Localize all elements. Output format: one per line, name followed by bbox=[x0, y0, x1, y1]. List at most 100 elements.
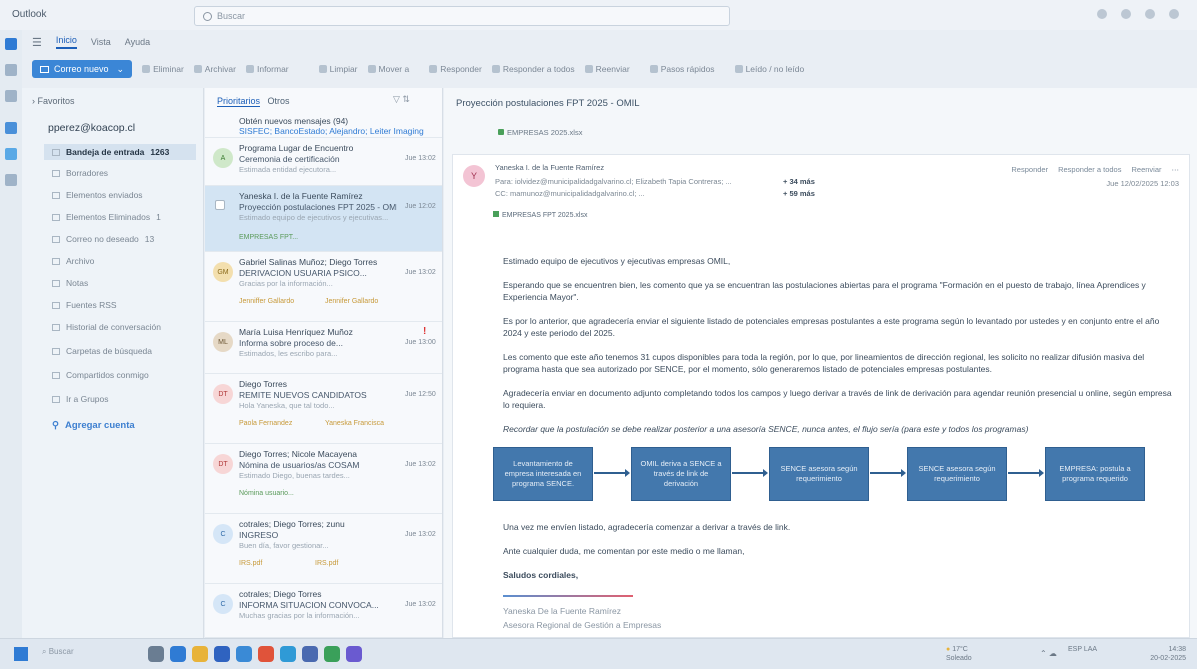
app-icon[interactable] bbox=[346, 646, 362, 662]
read-unread-button[interactable]: Leído / no leído bbox=[734, 64, 804, 74]
list-item[interactable]: C cotrales; Diego Torres INFORMA SITUACI… bbox=[205, 584, 442, 638]
attachment-chip[interactable]: Nómina usuario... bbox=[239, 490, 294, 497]
sweep-button[interactable]: Limpiar bbox=[318, 64, 358, 74]
sender-name[interactable]: Yaneska I. de la Fuente Ramírez bbox=[495, 163, 604, 172]
app-rail bbox=[0, 30, 22, 638]
meet-now-icon[interactable] bbox=[1097, 9, 1107, 19]
list-item[interactable]: DT Diego Torres; Nicole Macayena Nómina … bbox=[205, 444, 442, 514]
attachment-chip[interactable]: Paola Fernandez bbox=[239, 420, 292, 427]
tab-ayuda[interactable]: Ayuda bbox=[125, 37, 150, 47]
excel-icon[interactable] bbox=[324, 646, 340, 662]
groups-icon bbox=[52, 395, 60, 403]
task-view-icon[interactable] bbox=[148, 646, 164, 662]
edge-icon[interactable] bbox=[170, 646, 186, 662]
tab-vista[interactable]: Vista bbox=[91, 37, 111, 47]
folder-conversation-history[interactable]: Historial de conversación bbox=[52, 322, 197, 332]
list-item[interactable]: C cotrales; Diego Torres; zunu INGRESO J… bbox=[205, 514, 442, 584]
tab-focused[interactable]: Prioritarios bbox=[217, 96, 261, 107]
inbox-icon bbox=[52, 148, 60, 156]
forward-button[interactable]: Reenviar bbox=[584, 64, 630, 74]
list-item[interactable]: A Programa Lugar de Encuentro Ceremonia … bbox=[205, 138, 442, 186]
attachment-chip[interactable]: IRS.pdf bbox=[315, 560, 338, 567]
people-icon[interactable] bbox=[5, 90, 17, 102]
store-icon[interactable] bbox=[236, 646, 252, 662]
hamburger-icon[interactable]: ☰ bbox=[32, 36, 42, 49]
sun-icon: ● bbox=[946, 646, 951, 653]
word-icon[interactable] bbox=[5, 122, 17, 134]
checkbox[interactable] bbox=[215, 200, 225, 210]
more-icon[interactable]: ⋯ bbox=[1172, 165, 1180, 174]
attachment-chip[interactable]: Jenniffer Gallardo bbox=[239, 298, 294, 305]
taskbar-search[interactable]: ⌕ Buscar bbox=[42, 647, 74, 657]
arrow-right-icon bbox=[594, 469, 630, 477]
conversation-attachment[interactable]: EMPRESAS 2025.xlsx bbox=[498, 128, 582, 137]
tray-icons[interactable]: ⌃ ☁ bbox=[1040, 649, 1057, 658]
folder-shared-with-me[interactable]: Compartidos conmigo bbox=[52, 370, 197, 380]
apps-icon[interactable] bbox=[5, 174, 17, 186]
reply-button[interactable]: Responder bbox=[429, 64, 482, 74]
filter-icon[interactable]: ▽ ⇅ bbox=[393, 94, 410, 105]
tab-other[interactable]: Otros bbox=[268, 96, 290, 106]
folder-inbox[interactable]: Bandeja de entrada 1263 bbox=[44, 144, 196, 160]
message-preview: Gracias por la información... bbox=[239, 279, 333, 288]
weather-widget[interactable]: ● 17°C Soleado bbox=[946, 645, 972, 663]
windows-start-icon[interactable] bbox=[14, 647, 28, 661]
message-date: Jue 12:02 bbox=[405, 203, 436, 210]
attachment-chip[interactable]: Yaneska Francisca bbox=[325, 420, 384, 427]
folder-search-folders[interactable]: Carpetas de búsqueda bbox=[52, 346, 197, 356]
list-item[interactable]: ML María Luisa Henríquez Muñoz Informa s… bbox=[205, 322, 442, 374]
favorites-header[interactable]: › Favoritos bbox=[32, 96, 75, 106]
clock[interactable]: 14:38 20-02-2025 bbox=[1100, 645, 1186, 663]
todo-icon[interactable] bbox=[5, 148, 17, 160]
attachment-chip[interactable]: EMPRESAS FPT... bbox=[239, 234, 298, 241]
chevron-down-icon[interactable]: ⌄ bbox=[117, 64, 125, 75]
delete-button[interactable]: Eliminar bbox=[142, 64, 184, 74]
envelope-open-icon bbox=[734, 65, 743, 73]
chrome-icon[interactable] bbox=[258, 646, 274, 662]
move-button[interactable]: Mover a bbox=[367, 64, 409, 74]
folder-drafts[interactable]: Borradores bbox=[52, 168, 197, 178]
outlook-icon[interactable] bbox=[214, 646, 230, 662]
calendar-icon[interactable] bbox=[5, 64, 17, 76]
folder-sent[interactable]: Elementos enviados bbox=[52, 190, 197, 200]
mail-icon[interactable] bbox=[5, 38, 17, 50]
important-flag-icon[interactable]: ! bbox=[423, 326, 426, 337]
broom-icon bbox=[318, 65, 327, 73]
folder-archive[interactable]: Archivo bbox=[52, 256, 197, 266]
attachment-chip[interactable]: Jennifer Gallardo bbox=[325, 298, 378, 305]
reply-all-button[interactable]: Responder a todos bbox=[491, 64, 575, 74]
report-button[interactable]: Informar bbox=[245, 64, 289, 74]
to-more-link[interactable]: + 34 más bbox=[783, 177, 815, 186]
list-item[interactable]: Obtén nuevos mensajes (94) SISFEC; Banco… bbox=[205, 114, 442, 138]
reply-all-button[interactable]: Responder a todos bbox=[1058, 165, 1121, 174]
folder-deleted[interactable]: Elementos Eliminados 1 bbox=[52, 212, 197, 222]
arrow-right-icon bbox=[1008, 469, 1044, 477]
cc-more-link[interactable]: + 59 más bbox=[783, 189, 815, 198]
forward-button[interactable]: Reenviar bbox=[1131, 165, 1161, 174]
language-indicator[interactable]: ESP LAA bbox=[1068, 645, 1098, 654]
gear-icon[interactable] bbox=[1145, 9, 1155, 19]
account-name[interactable]: pperez@koacop.cl bbox=[48, 122, 135, 134]
list-item-selected[interactable]: Yaneska I. de la Fuente Ramírez Proyecci… bbox=[205, 186, 442, 252]
add-account-link[interactable]: ⚲ Agregar cuenta bbox=[52, 420, 197, 431]
attachment-chip[interactable]: IRS.pdf bbox=[239, 560, 262, 567]
folder-notes[interactable]: Notas bbox=[52, 278, 197, 288]
folder-junk[interactable]: Correo no deseado 13 bbox=[52, 234, 197, 244]
new-mail-button[interactable]: Correo nuevo ⌄ bbox=[32, 60, 133, 78]
search-input[interactable]: Buscar bbox=[194, 6, 730, 26]
folder-rss[interactable]: Fuentes RSS bbox=[52, 300, 197, 310]
list-item[interactable]: DT Diego Torres REMITE NUEVOS CANDIDATOS… bbox=[205, 374, 442, 444]
word-icon[interactable] bbox=[302, 646, 318, 662]
tab-inicio[interactable]: Inicio bbox=[55, 35, 77, 49]
attachment-file[interactable]: EMPRESAS FPT 2025.xlsx bbox=[493, 211, 587, 219]
body-greeting: Estimado equipo de ejecutivos y ejecutiv… bbox=[503, 256, 731, 266]
archive-button[interactable]: Archivar bbox=[193, 64, 236, 74]
teams-icon[interactable] bbox=[280, 646, 296, 662]
list-item[interactable]: GM Gabriel Salinas Muñoz; Diego Torres D… bbox=[205, 252, 442, 322]
reply-button[interactable]: Responder bbox=[1011, 165, 1048, 174]
folder-go-to-groups[interactable]: Ir a Grupos bbox=[52, 394, 197, 404]
bell-icon[interactable] bbox=[1121, 9, 1131, 19]
file-explorer-icon[interactable] bbox=[192, 646, 208, 662]
quick-steps-button[interactable]: Pasos rápidos bbox=[649, 64, 715, 74]
help-icon[interactable] bbox=[1169, 9, 1179, 19]
